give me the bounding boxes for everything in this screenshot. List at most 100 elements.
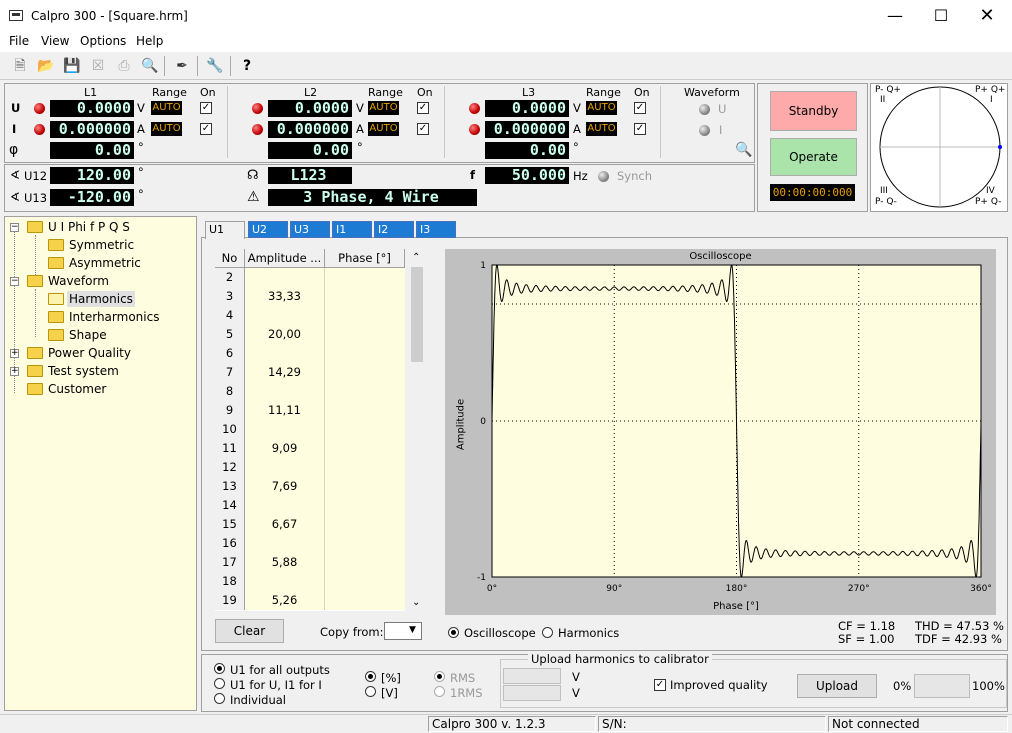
volt-radio[interactable]: [365, 686, 376, 697]
scroll-down-icon[interactable]: ⌄: [412, 597, 420, 608]
table-row[interactable]: 6: [215, 344, 405, 363]
tree-item-customer[interactable]: Customer: [48, 381, 106, 397]
maximize-icon[interactable]: ☐: [918, 0, 964, 32]
help-icon[interactable]: ?: [237, 56, 257, 76]
u1-for-u-radio[interactable]: [214, 678, 225, 689]
l2-u-on-checkbox[interactable]: ✓: [417, 102, 429, 114]
rms-radio[interactable]: [434, 671, 445, 682]
amplitude-cell[interactable]: 7,69: [245, 477, 325, 496]
tab-i3[interactable]: I3: [416, 221, 456, 238]
tab-u2[interactable]: U2: [248, 221, 288, 238]
menu-options[interactable]: Options: [80, 34, 126, 48]
l2-i-range[interactable]: AUTO: [368, 122, 399, 136]
expand-toggle[interactable]: −: [10, 277, 19, 286]
table-row[interactable]: 4: [215, 306, 405, 325]
tree-item-waveform[interactable]: Waveform: [48, 273, 109, 289]
amplitude-cell[interactable]: 5,88: [245, 553, 325, 572]
table-row[interactable]: 7 14,29: [215, 363, 405, 382]
table-row[interactable]: 13 7,69: [215, 477, 405, 496]
table-scrollbar[interactable]: ⌃ ⌄: [407, 249, 426, 611]
phase-cell[interactable]: [325, 439, 405, 458]
phase-cell[interactable]: [325, 553, 405, 572]
amplitude-cell[interactable]: 6,67: [245, 515, 325, 534]
phase-cell[interactable]: [325, 344, 405, 363]
phase-cell[interactable]: [325, 420, 405, 439]
tree-item-harmonics[interactable]: Harmonics: [67, 291, 135, 307]
table-row[interactable]: 2: [215, 268, 405, 287]
menu-help[interactable]: Help: [136, 34, 163, 48]
percent-radio[interactable]: [365, 671, 376, 682]
wizard-icon[interactable]: ✒: [172, 56, 192, 76]
phase-cell[interactable]: [325, 268, 405, 287]
tree-item-symmetric[interactable]: Symmetric: [69, 237, 134, 253]
table-row[interactable]: 3 33,33: [215, 287, 405, 306]
upload-button[interactable]: Upload: [797, 674, 877, 698]
l3-i-on-checkbox[interactable]: ✓: [634, 123, 646, 135]
amplitude-cell[interactable]: 20,00: [245, 325, 325, 344]
scroll-thumb[interactable]: [411, 267, 423, 362]
l2-i-on-checkbox[interactable]: ✓: [417, 123, 429, 135]
phase-cell[interactable]: [325, 496, 405, 515]
phase-cell[interactable]: [325, 458, 405, 477]
standby-button[interactable]: Standby: [770, 91, 857, 131]
amplitude-cell[interactable]: [245, 458, 325, 477]
amplitude-cell[interactable]: [245, 382, 325, 401]
phase-cell[interactable]: [325, 515, 405, 534]
l1-u-on-checkbox[interactable]: ✓: [200, 102, 212, 114]
tree-item-interharmonics[interactable]: Interharmonics: [69, 309, 159, 325]
open-folder-icon[interactable]: 📂: [36, 56, 56, 76]
tree-item-power-quality[interactable]: Power Quality: [48, 345, 131, 361]
amplitude-cell[interactable]: [245, 268, 325, 287]
l1-i-range[interactable]: AUTO: [151, 122, 182, 136]
l1-i-on-checkbox[interactable]: ✓: [200, 123, 212, 135]
scroll-up-icon[interactable]: ⌃: [412, 252, 420, 263]
copy-from-select[interactable]: ▼: [384, 622, 422, 640]
l3-u-range[interactable]: AUTO: [586, 101, 617, 115]
phase-cell[interactable]: [325, 325, 405, 344]
minimize-icon[interactable]: —: [872, 0, 918, 32]
tab-u1[interactable]: U1: [205, 221, 245, 239]
l3-i-range[interactable]: AUTO: [586, 122, 617, 136]
phase-cell[interactable]: [325, 287, 405, 306]
clear-button[interactable]: Clear: [215, 619, 284, 643]
amplitude-cell[interactable]: [245, 496, 325, 515]
amplitude-cell[interactable]: 5,26: [245, 591, 325, 610]
amplitude-cell[interactable]: 11,11: [245, 401, 325, 420]
menu-file[interactable]: File: [9, 34, 29, 48]
amplitude-cell[interactable]: 14,29: [245, 363, 325, 382]
save-icon[interactable]: 💾: [62, 56, 82, 76]
new-file-icon[interactable]: 🗎: [10, 56, 30, 76]
phase-sequence-value[interactable]: L123: [268, 167, 352, 184]
table-row[interactable]: 12: [215, 458, 405, 477]
tree-item-test-system[interactable]: Test system: [48, 363, 119, 379]
amplitude-cell[interactable]: 33,33: [245, 287, 325, 306]
phase-cell[interactable]: [325, 477, 405, 496]
waveform-i-led[interactable]: [699, 125, 710, 136]
tab-i2[interactable]: I2: [374, 221, 414, 238]
amplitude-cell[interactable]: [245, 306, 325, 325]
amplitude-cell[interactable]: 9,09: [245, 439, 325, 458]
table-row[interactable]: 15 6,67: [215, 515, 405, 534]
phase-cell[interactable]: [325, 363, 405, 382]
phase-cell[interactable]: [325, 534, 405, 553]
phase-cell[interactable]: [325, 401, 405, 420]
l2-u-range[interactable]: AUTO: [368, 101, 399, 115]
table-row[interactable]: 8: [215, 382, 405, 401]
column-header-phase[interactable]: Phase [°]: [325, 249, 405, 268]
connection-value[interactable]: 3 Phase, 4 Wire: [268, 189, 477, 206]
tree-item-shape[interactable]: Shape: [69, 327, 107, 343]
amplitude-cell[interactable]: [245, 344, 325, 363]
operate-button[interactable]: Operate: [770, 138, 857, 176]
individual-radio[interactable]: [214, 693, 225, 704]
print-icon[interactable]: ⎙: [114, 56, 134, 76]
column-header-amplitude[interactable]: Amplitude ...: [245, 249, 325, 268]
oscilloscope-radio[interactable]: [448, 627, 459, 638]
settings-wrench-icon[interactable]: 🔧: [205, 56, 225, 76]
table-row[interactable]: 11 9,09: [215, 439, 405, 458]
column-header-no[interactable]: No: [215, 249, 245, 268]
expand-toggle[interactable]: +: [10, 367, 19, 376]
tree-item-uiphifpqs[interactable]: U I Phi f P Q S: [48, 219, 130, 235]
u1-all-outputs-radio[interactable]: [214, 663, 225, 674]
table-row[interactable]: 18: [215, 572, 405, 591]
l1-u-range[interactable]: AUTO: [151, 101, 182, 115]
